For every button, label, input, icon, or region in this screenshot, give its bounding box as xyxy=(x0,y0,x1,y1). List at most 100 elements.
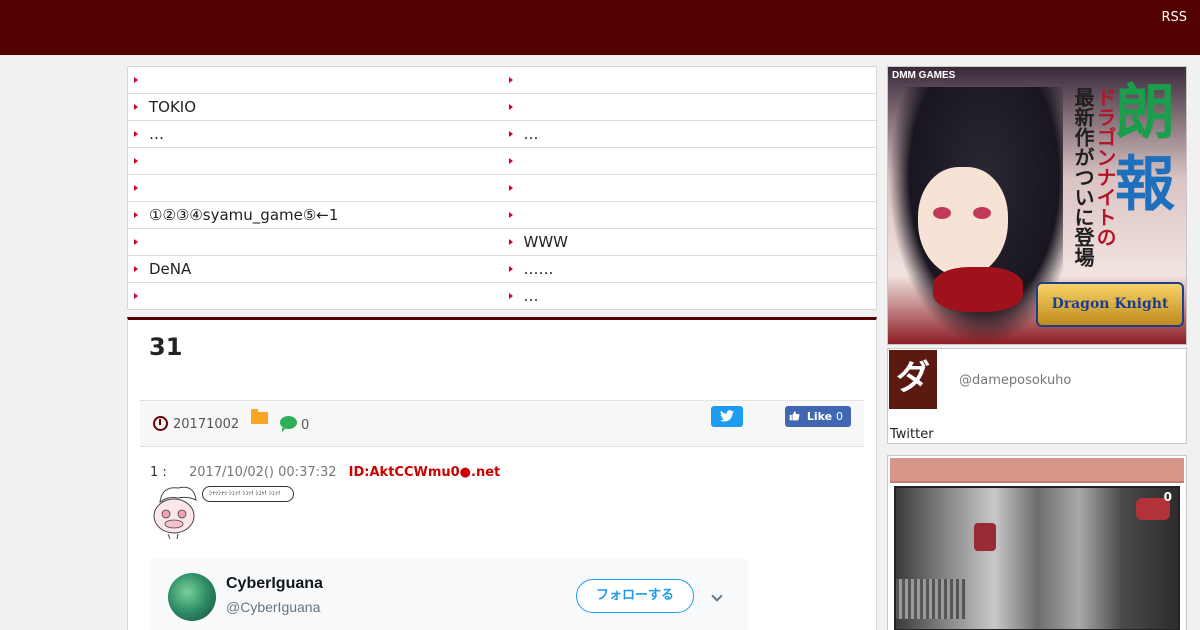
link-item[interactable] xyxy=(502,94,877,120)
link-item[interactable]: TOKIO xyxy=(128,94,502,120)
article-meta-bar: 20171002 0 Like 0 xyxy=(140,400,864,447)
links-row: ①②③④syamu_game⑤←1 xyxy=(128,201,876,228)
comment-bubble-icon[interactable] xyxy=(280,416,297,432)
ascii-art-image: ｼｬｯｼｬｯ ｼｭｯ! ｼｭｯ! ｼｭｯ! ｼｭｯ! xyxy=(150,480,300,540)
folder-icon[interactable] xyxy=(251,409,268,424)
twitter-bird-icon xyxy=(720,410,734,422)
facebook-like-button[interactable]: Like 0 xyxy=(785,406,851,427)
link-text[interactable]: DeNA xyxy=(149,260,191,278)
arrow-bullet-icon xyxy=(134,104,138,110)
banner-character-eye xyxy=(933,207,951,219)
sidebar-feed-header xyxy=(890,458,1184,483)
link-text[interactable]: TOKIO xyxy=(149,98,196,116)
ad-banner[interactable]: DMM GAMES ドラゴンナイトの 最新作がついに登場 朗 報 Dragon … xyxy=(887,66,1187,345)
twitter-label[interactable]: Twitter xyxy=(890,427,934,442)
embedded-tweet: CyberIguana @CyberIguana フォローする xyxy=(150,558,748,630)
link-item[interactable]: WWW xyxy=(502,229,877,255)
links-row: WWW xyxy=(128,228,876,255)
arrow-bullet-icon xyxy=(508,239,513,245)
links-row xyxy=(128,147,876,174)
tweet-author-handle[interactable]: @CyberIguana xyxy=(226,599,320,615)
link-item[interactable] xyxy=(502,148,877,174)
arrow-bullet-icon xyxy=(134,239,138,245)
sidebar-feed-box: 0 xyxy=(887,455,1187,630)
like-count: 0 xyxy=(835,410,843,423)
tweet-button[interactable] xyxy=(711,406,743,427)
poster-id: ID:AktCCWmu0●.net xyxy=(348,465,501,480)
chevron-down-icon[interactable] xyxy=(711,590,723,602)
profile-handle[interactable]: @dameposokuho xyxy=(959,373,1071,388)
links-row xyxy=(128,67,876,93)
arrow-bullet-icon xyxy=(134,293,138,299)
link-item[interactable] xyxy=(502,67,877,93)
links-row: … … xyxy=(128,120,876,147)
link-text[interactable]: … xyxy=(149,125,164,143)
ascii-art-speech-bubble: ｼｬｯｼｬｯ ｼｭｯ! ｼｭｯ! ｼｭｯ! ｼｭｯ! xyxy=(202,486,294,502)
arrow-bullet-icon xyxy=(508,212,513,218)
arrow-bullet-icon xyxy=(508,131,513,137)
link-text[interactable]: WWW xyxy=(524,233,569,251)
arrow-bullet-icon xyxy=(508,77,513,83)
link-item[interactable] xyxy=(128,283,502,309)
character-face-icon xyxy=(153,486,197,540)
twitter-profile-box: ダ @dameposokuho Twitter xyxy=(887,348,1187,444)
thumbnail-count: 0 xyxy=(1163,490,1172,504)
link-text[interactable]: …… xyxy=(524,260,554,278)
arrow-bullet-icon xyxy=(134,185,138,191)
banner-headline-char: 報 xyxy=(1115,150,1175,220)
avatar[interactable] xyxy=(168,573,216,621)
article: 31 20171002 0 Like 0 1 : 2017/10/02() 00… xyxy=(127,317,877,630)
arrow-bullet-icon xyxy=(508,158,513,164)
link-item[interactable]: …… xyxy=(502,256,877,282)
link-item[interactable] xyxy=(502,202,877,228)
thumbnail-detail xyxy=(896,579,966,619)
thumbnail-detail xyxy=(974,523,996,551)
like-label: Like xyxy=(806,410,833,423)
post-date: 20171002 xyxy=(173,417,240,432)
profile-avatar[interactable]: ダ xyxy=(889,350,937,409)
link-item[interactable]: … xyxy=(502,283,877,309)
links-row: TOKIO xyxy=(128,93,876,120)
link-text[interactable]: ①②③④syamu_game⑤←1 xyxy=(149,206,338,224)
link-item[interactable]: … xyxy=(502,121,877,147)
links-row: DeNA …… xyxy=(128,255,876,282)
link-item[interactable]: DeNA xyxy=(128,256,502,282)
tweet-author-name[interactable]: CyberIguana xyxy=(226,575,323,593)
link-item[interactable]: ①②③④syamu_game⑤←1 xyxy=(128,202,502,228)
post-timestamp: 2017/10/02() 00:37:32 xyxy=(188,465,337,480)
banner-character-face xyxy=(918,167,1008,277)
link-item[interactable]: … xyxy=(128,121,502,147)
link-item[interactable] xyxy=(128,229,502,255)
arrow-bullet-icon xyxy=(508,185,513,191)
arrow-bullet-icon xyxy=(508,266,513,272)
link-item[interactable] xyxy=(502,175,877,201)
arrow-bullet-icon xyxy=(134,212,138,218)
banner-vertical-text: 最新作がついに登場 xyxy=(1071,87,1095,267)
banner-game-logo: Dragon Knight xyxy=(1036,282,1184,327)
banner-brand: DMM GAMES xyxy=(892,70,956,81)
banner-headline-char: 朗 xyxy=(1115,78,1175,148)
banner-character-scarf xyxy=(933,267,1023,312)
related-links-table: TOKIO … … ①②③④syamu_game⑤←1 WWW DeNA …… … xyxy=(127,66,877,310)
post-header: 1 : 2017/10/02() 00:37:32 ID:AktCCWmu0●.… xyxy=(150,465,500,480)
link-item[interactable] xyxy=(128,175,502,201)
arrow-bullet-icon xyxy=(134,266,138,272)
comment-count[interactable]: 0 xyxy=(301,418,309,433)
clock-icon xyxy=(153,416,168,431)
article-title: 31 xyxy=(149,333,183,361)
arrow-bullet-icon xyxy=(134,131,138,137)
site-header: RSS xyxy=(0,0,1200,55)
link-item[interactable] xyxy=(128,67,502,93)
links-row xyxy=(128,174,876,201)
arrow-bullet-icon xyxy=(134,158,138,164)
link-text[interactable]: … xyxy=(524,125,539,143)
post-number: 1 : xyxy=(150,465,167,480)
banner-character-eye xyxy=(973,207,991,219)
links-row: … xyxy=(128,282,876,309)
feed-thumbnail[interactable]: 0 xyxy=(894,486,1180,630)
rss-link[interactable]: RSS xyxy=(1161,10,1187,25)
arrow-bullet-icon xyxy=(134,77,138,83)
link-text[interactable]: … xyxy=(524,287,539,305)
link-item[interactable] xyxy=(128,148,502,174)
follow-button[interactable]: フォローする xyxy=(576,579,694,613)
